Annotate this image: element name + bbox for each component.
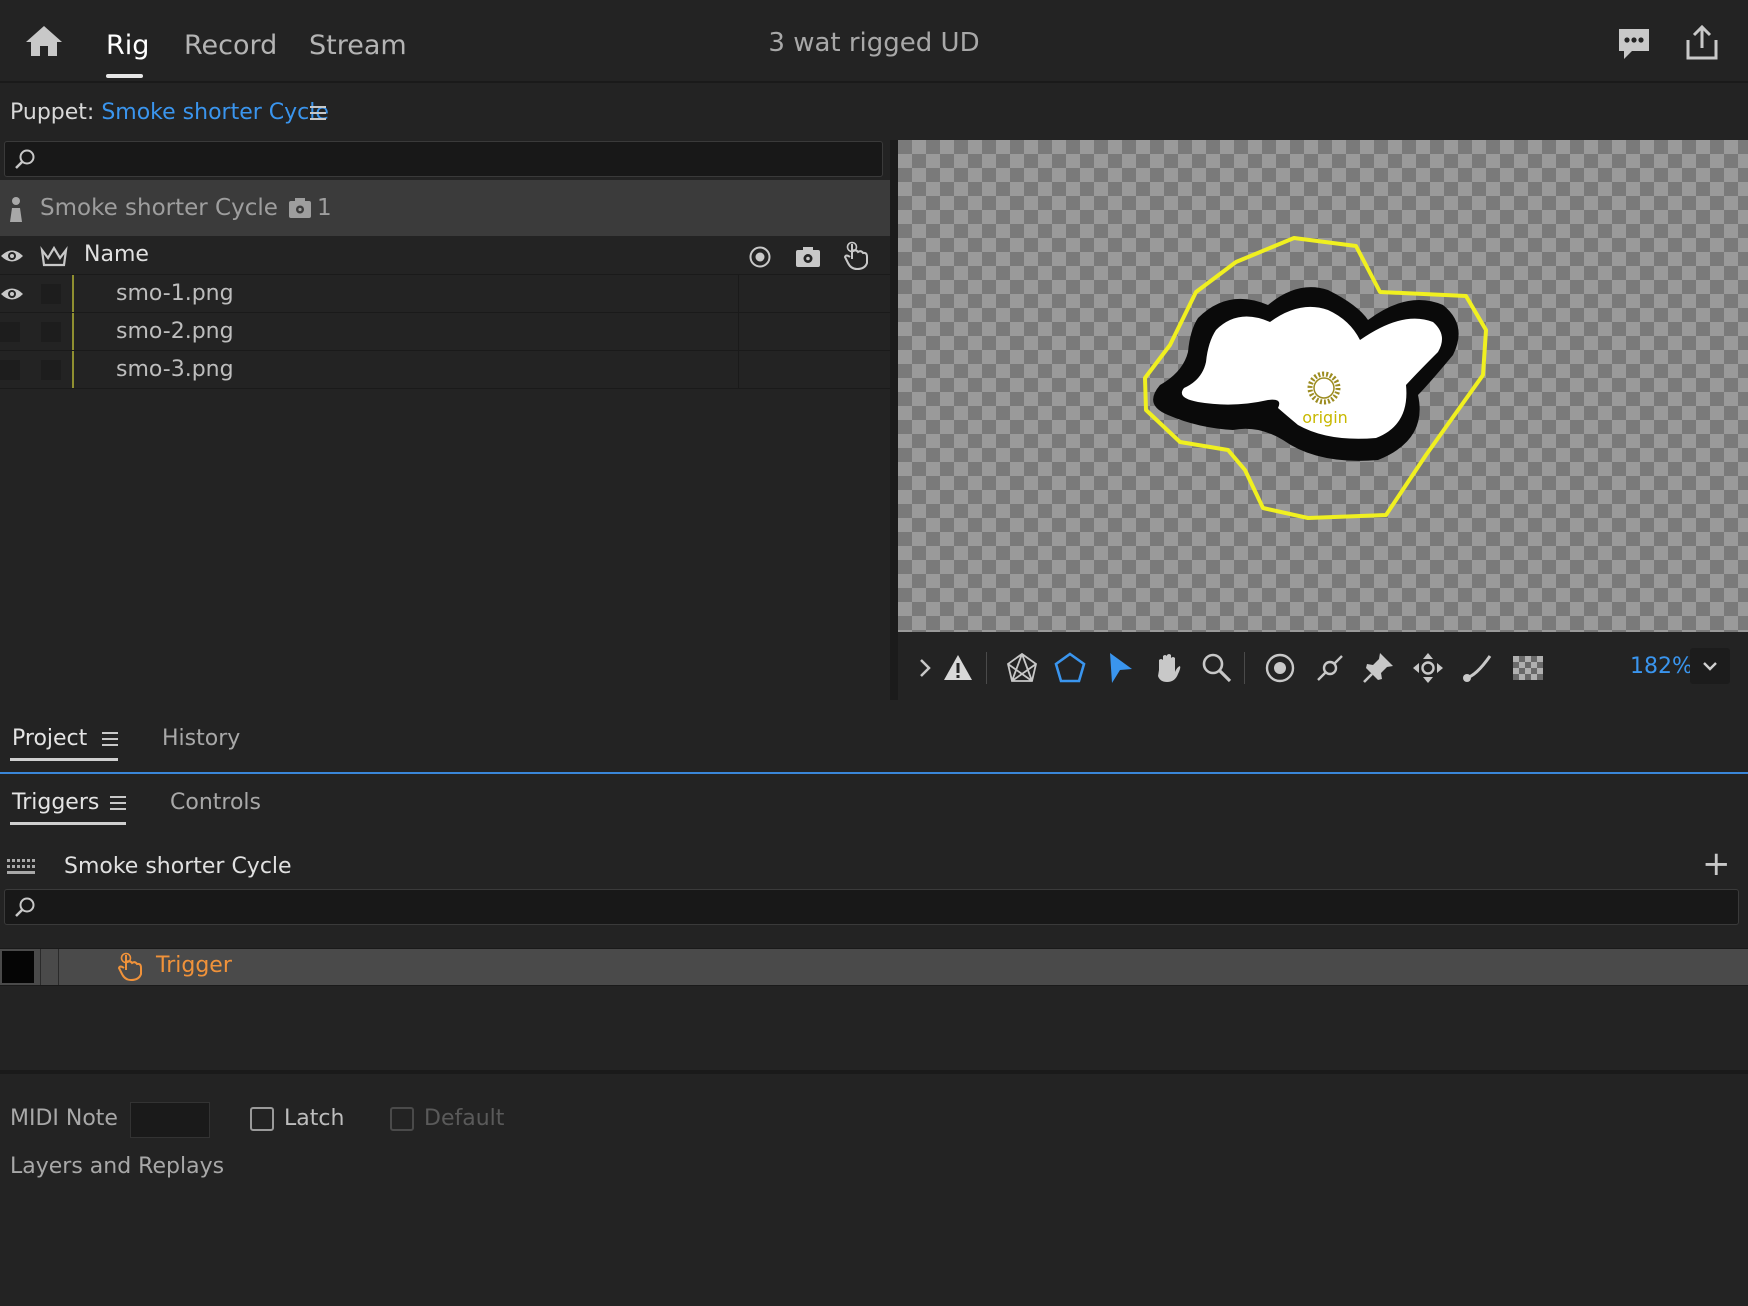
column-divider (58, 949, 59, 985)
visibility-toggle[interactable] (0, 360, 20, 380)
zoom-icon[interactable] (1198, 650, 1234, 686)
pin-icon[interactable] (1360, 650, 1396, 686)
triggers-search-input[interactable] (4, 889, 1739, 925)
column-name-header[interactable]: Name (84, 242, 149, 267)
layer-color-bar (72, 275, 74, 312)
trigger-count-icon (289, 198, 311, 218)
crown-icon[interactable] (40, 244, 68, 268)
triggers-puppet-header: Smoke shorter Cycle + (0, 844, 1748, 888)
puppet-root-row[interactable]: Smoke shorter Cycle 1 (0, 180, 890, 236)
active-tab-underline (106, 74, 143, 78)
triggers-tab-underline (10, 822, 126, 825)
layer-color-bar (72, 351, 74, 388)
trigger-count: 1 (317, 195, 332, 221)
layer-color-bar (72, 313, 74, 350)
layer-name: smo-2.png (116, 319, 234, 344)
tab-project[interactable]: Project (12, 726, 87, 751)
tab-record[interactable]: Record (184, 30, 277, 61)
latch-checkbox[interactable] (250, 1107, 274, 1131)
origin-tool-icon[interactable] (1262, 650, 1298, 686)
layer-name: smo-3.png (116, 357, 234, 382)
layer-row[interactable]: smo-3.png (0, 351, 890, 389)
default-label: Default (424, 1106, 505, 1131)
move-handle-icon[interactable] (1410, 650, 1446, 686)
midi-note-label: MIDI Note (10, 1106, 118, 1131)
stick-tool-icon[interactable] (1460, 650, 1496, 686)
keyboard-icon (7, 859, 35, 874)
camera-icon (796, 247, 820, 267)
lock-toggle[interactable] (41, 322, 61, 342)
transparency-grid-icon[interactable] (1510, 650, 1546, 686)
puppet-name-link[interactable]: Smoke shorter Cycle (101, 100, 329, 125)
panel-splitter[interactable] (890, 140, 898, 700)
layer-table-header: Name (0, 238, 890, 275)
target-icon (749, 246, 771, 268)
column-divider (40, 949, 41, 985)
home-icon[interactable] (24, 24, 64, 58)
chevron-down-icon (1703, 662, 1717, 671)
column-divider (738, 313, 739, 350)
stage-toolbar (898, 640, 1748, 696)
puppet-artwork[interactable]: origin (898, 140, 1748, 632)
tab-triggers[interactable]: Triggers (12, 790, 99, 815)
triggers-puppet-name: Smoke shorter Cycle (64, 854, 292, 879)
origin-label: origin (1302, 408, 1348, 427)
tab-history[interactable]: History (162, 726, 240, 751)
midi-note-input[interactable] (130, 1102, 210, 1138)
default-checkbox[interactable] (390, 1107, 414, 1131)
bone-handle-icon[interactable] (1312, 650, 1348, 686)
layers-and-replays-label: Layers and Replays (10, 1154, 225, 1179)
puppet-header: Puppet: Smoke shorter Cycle (10, 100, 329, 125)
puppet-label: Puppet: (10, 100, 95, 125)
layer-name: smo-1.png (116, 281, 234, 306)
puppet-icon (10, 197, 22, 222)
column-divider (738, 351, 739, 388)
puppet-root-name: Smoke shorter Cycle (40, 195, 278, 221)
chat-bubble-icon[interactable] (1616, 26, 1652, 62)
project-menu-icon[interactable] (100, 730, 120, 748)
puppet-search-input[interactable] (4, 141, 883, 177)
zoom-dropdown-button[interactable] (1690, 648, 1730, 684)
mesh-icon[interactable] (1004, 650, 1040, 686)
hand-pointer-icon (843, 241, 868, 271)
trigger-name: Trigger (156, 953, 232, 978)
trigger-color-swatch[interactable] (2, 951, 34, 983)
scene-canvas[interactable]: origin (898, 140, 1748, 632)
hand-icon[interactable] (1150, 650, 1186, 686)
triggers-menu-icon[interactable] (108, 794, 128, 812)
tab-controls[interactable]: Controls (170, 790, 261, 815)
column-divider (738, 275, 739, 312)
project-tab-underline (10, 758, 118, 761)
search-icon (15, 149, 35, 169)
warning-icon[interactable] (940, 650, 976, 686)
chevron-right-icon[interactable] (908, 650, 944, 686)
trigger-hand-icon (117, 952, 142, 982)
zoom-level[interactable]: 182% (1630, 654, 1693, 679)
tab-stream[interactable]: Stream (309, 30, 407, 61)
layer-row[interactable]: smo-2.png (0, 313, 890, 351)
eye-icon[interactable] (0, 285, 24, 303)
layer-row[interactable]: smo-1.png (0, 275, 890, 313)
properties-divider (0, 1070, 1748, 1074)
eye-icon[interactable] (0, 247, 24, 265)
lock-toggle[interactable] (41, 284, 61, 304)
lock-toggle[interactable] (41, 360, 61, 380)
project-history-bar (0, 702, 1748, 774)
puppet-menu-icon[interactable] (308, 104, 328, 122)
tab-rig[interactable]: Rig (106, 30, 149, 61)
visibility-toggle[interactable] (0, 322, 20, 342)
latch-label[interactable]: Latch (284, 1106, 344, 1131)
pentagon-select-icon[interactable] (1052, 650, 1088, 686)
share-icon[interactable] (1684, 24, 1720, 62)
search-icon (15, 897, 35, 917)
arrow-pointer-icon[interactable] (1102, 650, 1138, 686)
trigger-row[interactable]: Trigger (0, 948, 1748, 986)
add-trigger-button[interactable]: + (1702, 844, 1731, 884)
